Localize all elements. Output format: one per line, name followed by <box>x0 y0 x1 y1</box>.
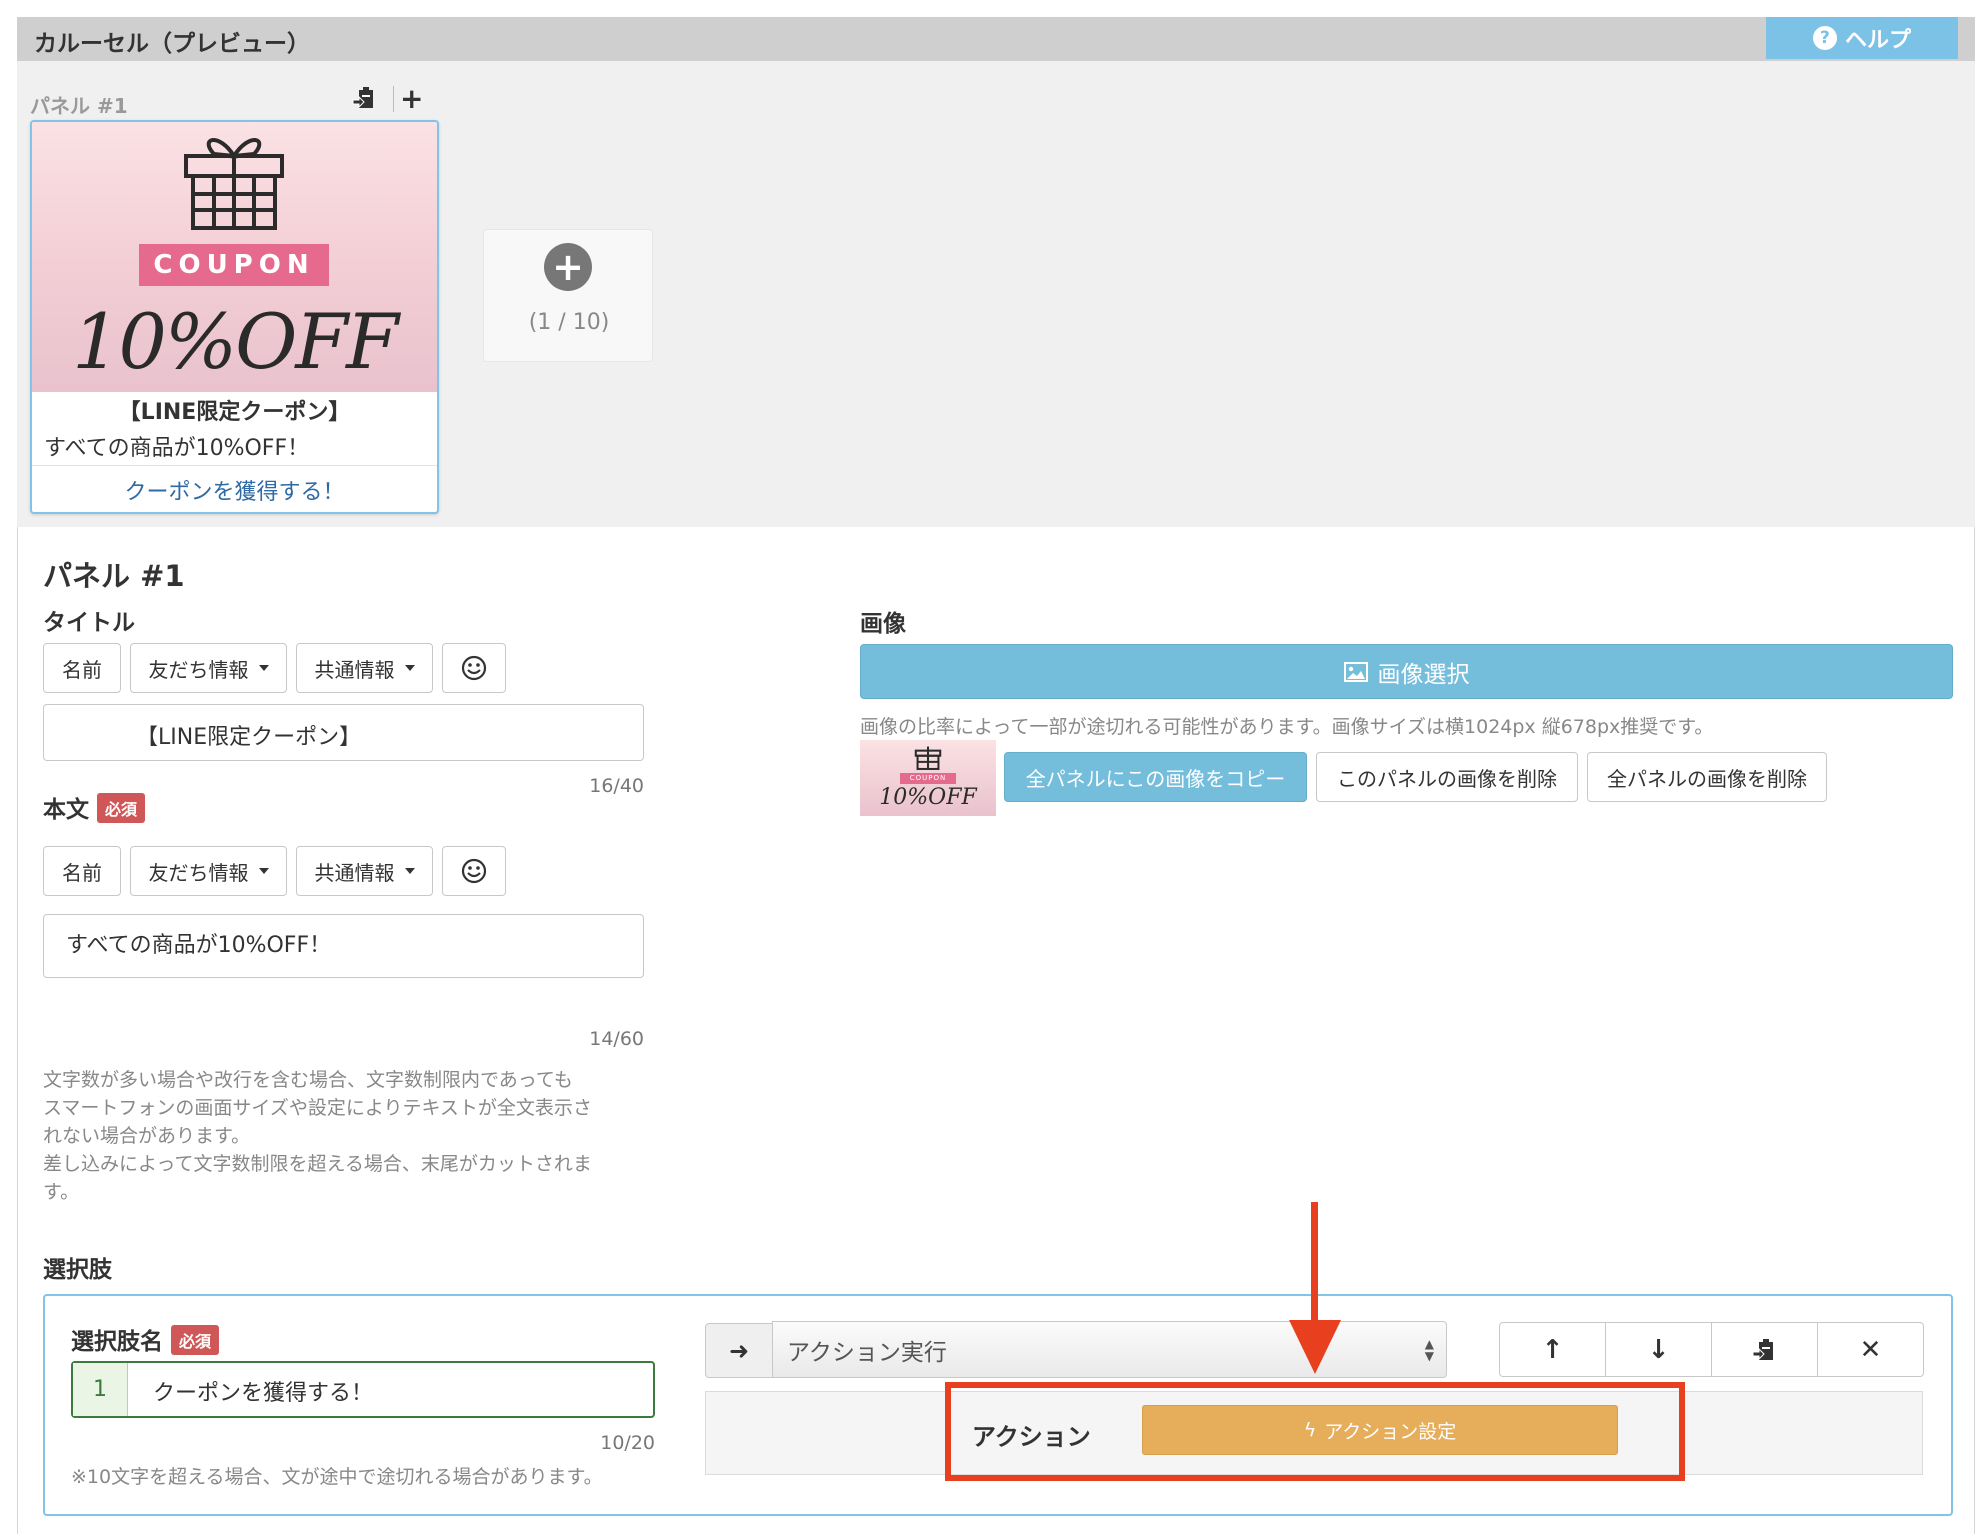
title-counter: 16/40 <box>589 775 644 797</box>
carousel-card[interactable]: COUPON 10%OFF 【LINE限定クーポン】 すべての商品が10%OFF… <box>30 120 439 514</box>
body-common-info-dropdown[interactable]: 共通情報 <box>296 846 433 896</box>
caret-down-icon <box>404 868 415 874</box>
delete-this-image-button[interactable]: このパネルの画像を削除 <box>1316 752 1578 802</box>
card-divider <box>32 465 437 466</box>
toolbar-separator <box>393 86 394 112</box>
clipboard-icon <box>352 87 373 109</box>
body-note: 文字数が多い場合や改行を含む場合、文字数制限内であっても スマートフォンの画面サ… <box>43 1066 643 1206</box>
choice-name-label: 選択肢名 <box>71 1329 163 1355</box>
caret-down-icon <box>258 665 269 671</box>
copy-choice-button[interactable] <box>1711 1322 1818 1377</box>
body-emoji-button[interactable] <box>442 846 506 896</box>
image-thumbnail: COUPON 10%OFF <box>860 740 996 816</box>
caret-down-icon <box>404 665 415 671</box>
thumb-off-text: 10%OFF <box>879 785 977 810</box>
body-friend-info-dropdown[interactable]: 友だち情報 <box>130 846 287 896</box>
smile-icon <box>461 655 487 681</box>
body-counter: 14/60 <box>589 1028 644 1050</box>
annotation-arrow-shaft <box>1311 1202 1318 1322</box>
image-select-label: 画像選択 <box>1377 661 1470 688</box>
friend-info-label: 友だち情報 <box>148 860 249 885</box>
body-label-wrap: 本文 必須 <box>43 790 146 824</box>
choices-label: 選択肢 <box>43 1257 112 1283</box>
common-info-label: 共通情報 <box>314 657 395 682</box>
arrow-right-icon: ➜ <box>705 1323 773 1378</box>
note-line: れない場合があります。 <box>43 1125 251 1147</box>
page-title: カルーセル（プレビュー） <box>34 31 310 57</box>
select-arrows-icon: ▲ ▼ <box>1424 1337 1434 1363</box>
plus-circle-icon: + <box>544 243 592 291</box>
choice-note: ※10文字を超える場合、文が途中で途切れる場合があります。 <box>71 1466 603 1488</box>
card-action-link[interactable]: クーポンを獲得する！ <box>32 474 437 506</box>
delete-all-images-button[interactable]: 全パネルの画像を削除 <box>1587 752 1827 802</box>
required-badge: 必須 <box>171 1325 220 1355</box>
card-image: COUPON 10%OFF <box>32 122 437 392</box>
choice-name-input[interactable]: 1 クーポンを獲得する！ <box>71 1361 655 1418</box>
body-label: 本文 <box>43 797 89 823</box>
body-name-button[interactable]: 名前 <box>43 846 121 896</box>
note-line: 差し込みによって文字数制限を超える場合、末尾がカットされま <box>43 1153 592 1175</box>
note-line: 文字数が多い場合や改行を含む場合、文字数制限内であっても <box>43 1069 573 1091</box>
arrow-down-icon: ↓ <box>1647 1334 1670 1365</box>
title-input-value: 【LINE限定クーポン】 <box>136 725 362 750</box>
preview-panel-label: パネル #1 <box>30 94 128 118</box>
delete-this-label: このパネルの画像を削除 <box>1337 766 1557 791</box>
smile-icon <box>461 858 487 884</box>
gift-icon <box>914 746 942 770</box>
note-line: スマートフォンの画面サイズや設定によりテキストが全文表示さ <box>43 1097 592 1119</box>
name-button-label: 名前 <box>62 860 102 885</box>
question-icon: ? <box>1812 26 1837 50</box>
image-select-button[interactable]: 画像選択 <box>860 644 1953 699</box>
add-panel-box[interactable]: + (1 / 10) <box>483 229 653 362</box>
action-select-value: アクション実行 <box>787 1339 947 1366</box>
move-up-button[interactable]: ↑ <box>1499 1322 1606 1377</box>
annotation-arrow-head <box>1289 1320 1341 1374</box>
title-emoji-button[interactable] <box>442 643 506 693</box>
body-textarea-value: すべての商品が10%OFF！ <box>66 933 332 958</box>
title-label: タイトル <box>43 610 135 636</box>
body-textarea[interactable]: すべての商品が10%OFF！ <box>43 914 644 978</box>
common-info-label: 共通情報 <box>314 860 395 885</box>
title-name-button[interactable]: 名前 <box>43 643 121 693</box>
image-label: 画像 <box>860 611 906 637</box>
choice-number: 1 <box>73 1363 128 1416</box>
panel-count: (1 / 10) <box>528 310 610 335</box>
title-input[interactable]: 【LINE限定クーポン】 <box>43 704 644 761</box>
close-icon: ✕ <box>1859 1334 1882 1365</box>
choice-name-label-wrap: 選択肢名 必須 <box>71 1322 220 1356</box>
choice-name-value: クーポンを獲得する！ <box>153 1381 374 1406</box>
caret-down-icon <box>258 868 269 874</box>
title-common-info-dropdown[interactable]: 共通情報 <box>296 643 433 693</box>
copy-panel-icon[interactable] <box>352 86 378 116</box>
panel-heading: パネル #1 <box>43 559 185 593</box>
coupon-label: COUPON <box>139 244 329 286</box>
coupon-off-text: 10%OFF <box>72 297 399 386</box>
choice-counter: 10/20 <box>600 1432 655 1454</box>
action-type-select[interactable]: アクション実行 ▲ ▼ <box>772 1321 1447 1378</box>
delete-choice-button[interactable]: ✕ <box>1817 1322 1924 1377</box>
delete-all-label: 全パネルの画像を削除 <box>1607 766 1807 791</box>
note-line: す。 <box>43 1181 80 1203</box>
arrow-up-icon: ↑ <box>1541 1334 1564 1365</box>
image-note: 画像の比率によって一部が途切れる可能性があります。画像サイズは横1024px 縦… <box>860 716 1714 738</box>
move-down-button[interactable]: ↓ <box>1605 1322 1712 1377</box>
clipboard-icon <box>1752 1338 1773 1360</box>
header-bar <box>17 17 1975 61</box>
friend-info-label: 友だち情報 <box>148 657 249 682</box>
card-body: すべての商品が10%OFF！ <box>44 436 310 461</box>
copy-image-all-button[interactable]: 全パネルにこの画像をコピー <box>1004 752 1307 802</box>
help-label: ヘルプ <box>1844 28 1911 53</box>
required-badge: 必須 <box>97 793 146 823</box>
annotation-highlight-box <box>945 1382 1685 1481</box>
card-title: 【LINE限定クーポン】 <box>118 400 351 425</box>
help-button[interactable]: ? ヘルプ <box>1766 17 1958 59</box>
title-friend-info-dropdown[interactable]: 友だち情報 <box>130 643 287 693</box>
picture-icon <box>1343 661 1368 682</box>
name-button-label: 名前 <box>62 657 102 682</box>
gift-icon <box>184 138 284 230</box>
add-panel-icon[interactable]: + <box>400 82 423 115</box>
thumb-coupon-label: COUPON <box>900 773 956 784</box>
